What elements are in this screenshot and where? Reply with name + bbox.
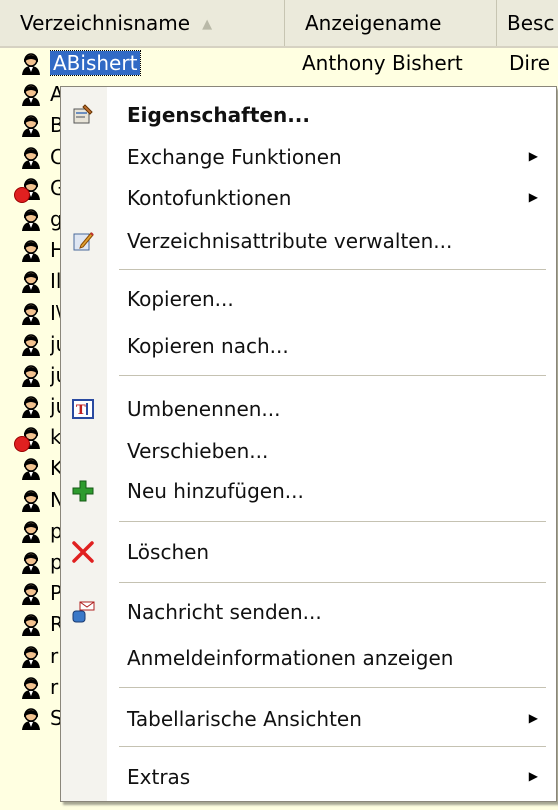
menu-separator bbox=[119, 582, 546, 583]
menu-item-label: Extras bbox=[127, 765, 191, 789]
user-icon bbox=[22, 521, 40, 543]
menu-item-label: Exchange Funktionen bbox=[127, 145, 342, 169]
user-icon bbox=[22, 146, 40, 169]
menu-item-label: Eigenschaften... bbox=[127, 103, 310, 127]
user-icon bbox=[22, 302, 40, 325]
submenu-arrow-icon: ▶ bbox=[528, 711, 538, 725]
add-icon bbox=[72, 480, 94, 502]
column-header: Verzeichnisname ▲ Anzeigename Besc bbox=[0, 0, 558, 48]
send-message-icon bbox=[72, 601, 95, 623]
menu-item-anmeldeinformationen[interactable]: Anmeldeinformationen anzeigen bbox=[61, 638, 556, 678]
menu-separator bbox=[119, 687, 546, 688]
menu-item-kopieren-nach[interactable]: Kopieren nach... bbox=[61, 326, 556, 366]
user-icon bbox=[22, 708, 40, 730]
svg-text:T: T bbox=[76, 403, 86, 418]
user-icon bbox=[22, 583, 40, 606]
menu-item-kopieren[interactable]: Kopieren... bbox=[61, 279, 556, 319]
user-icon bbox=[22, 209, 40, 231]
user-icon bbox=[22, 271, 40, 294]
disabled-account-icon bbox=[14, 186, 30, 203]
user-icon bbox=[22, 333, 40, 356]
menu-item-umbenennen[interactable]: T Umbenennen... bbox=[61, 389, 556, 429]
menu-item-eigenschaften[interactable]: Eigenschaften... bbox=[61, 95, 556, 135]
menu-item-label: Kopieren... bbox=[127, 287, 234, 311]
menu-item-label: Kontofunktionen bbox=[127, 186, 292, 210]
sort-ascending-icon: ▲ bbox=[202, 16, 213, 32]
menu-item-label: Nachricht senden... bbox=[127, 600, 322, 624]
menu-item-nachricht-senden[interactable]: Nachricht senden... bbox=[61, 592, 556, 632]
context-menu: Eigenschaften... Exchange Funktionen ▶ K… bbox=[60, 86, 557, 802]
user-icon bbox=[22, 365, 40, 387]
menu-item-label: Verschieben... bbox=[127, 439, 269, 463]
submenu-arrow-icon: ▶ bbox=[528, 190, 538, 204]
display-name: Anthony Bishert bbox=[302, 51, 463, 75]
menu-item-neu-hinzufuegen[interactable]: Neu hinzufügen... bbox=[61, 471, 556, 511]
menu-item-label: Tabellarische Ansichten bbox=[127, 707, 362, 731]
menu-separator bbox=[119, 375, 546, 376]
menu-item-verzeichnisattribute[interactable]: Verzeichnisattribute verwalten... bbox=[61, 221, 556, 261]
rename-icon: T bbox=[72, 399, 94, 419]
menu-item-label: Löschen bbox=[127, 540, 210, 564]
delete-icon bbox=[72, 541, 94, 563]
properties-icon bbox=[73, 104, 93, 124]
menu-item-exchange-funktionen[interactable]: Exchange Funktionen ▶ bbox=[61, 137, 556, 177]
menu-separator bbox=[119, 521, 546, 522]
submenu-arrow-icon: ▶ bbox=[528, 769, 538, 783]
menu-item-kontofunktionen[interactable]: Kontofunktionen ▶ bbox=[61, 178, 556, 218]
user-icon bbox=[22, 458, 40, 481]
user-icon bbox=[22, 115, 40, 138]
edit-attributes-icon bbox=[73, 232, 94, 251]
user-icon bbox=[22, 677, 40, 699]
user-icon bbox=[22, 396, 40, 419]
menu-item-label: Anmeldeinformationen anzeigen bbox=[127, 646, 454, 670]
list-item[interactable]: ABishert Anthony Bishert Dire bbox=[0, 48, 558, 79]
user-icon bbox=[22, 489, 40, 512]
user-icon bbox=[22, 645, 40, 668]
user-icon bbox=[22, 84, 40, 107]
description: Dire bbox=[509, 51, 551, 75]
menu-item-tabellarische-ansichten[interactable]: Tabellarische Ansichten ▶ bbox=[61, 699, 556, 739]
menu-separator bbox=[119, 269, 546, 270]
column-header-verzeichnisname[interactable]: Verzeichnisname ▲ bbox=[0, 0, 285, 46]
menu-item-verschieben[interactable]: Verschieben... bbox=[61, 431, 556, 471]
user-icon bbox=[22, 614, 40, 637]
user-icon bbox=[22, 53, 40, 75]
menu-item-extras[interactable]: Extras ▶ bbox=[61, 757, 556, 797]
column-header-beschreibung[interactable]: Besc bbox=[497, 0, 558, 46]
menu-item-label: Kopieren nach... bbox=[127, 334, 289, 358]
user-icon bbox=[22, 240, 40, 263]
menu-item-label: Verzeichnisattribute verwalten... bbox=[127, 229, 453, 253]
menu-item-label: Umbenennen... bbox=[127, 397, 281, 421]
menu-item-loeschen[interactable]: Löschen bbox=[61, 532, 556, 572]
menu-item-label: Neu hinzufügen... bbox=[127, 479, 304, 503]
column-header-anzeigename[interactable]: Anzeigename bbox=[285, 0, 497, 46]
user-icon bbox=[22, 552, 40, 574]
submenu-arrow-icon: ▶ bbox=[528, 149, 538, 163]
directory-name: ABishert bbox=[50, 50, 142, 76]
menu-separator bbox=[119, 746, 546, 747]
